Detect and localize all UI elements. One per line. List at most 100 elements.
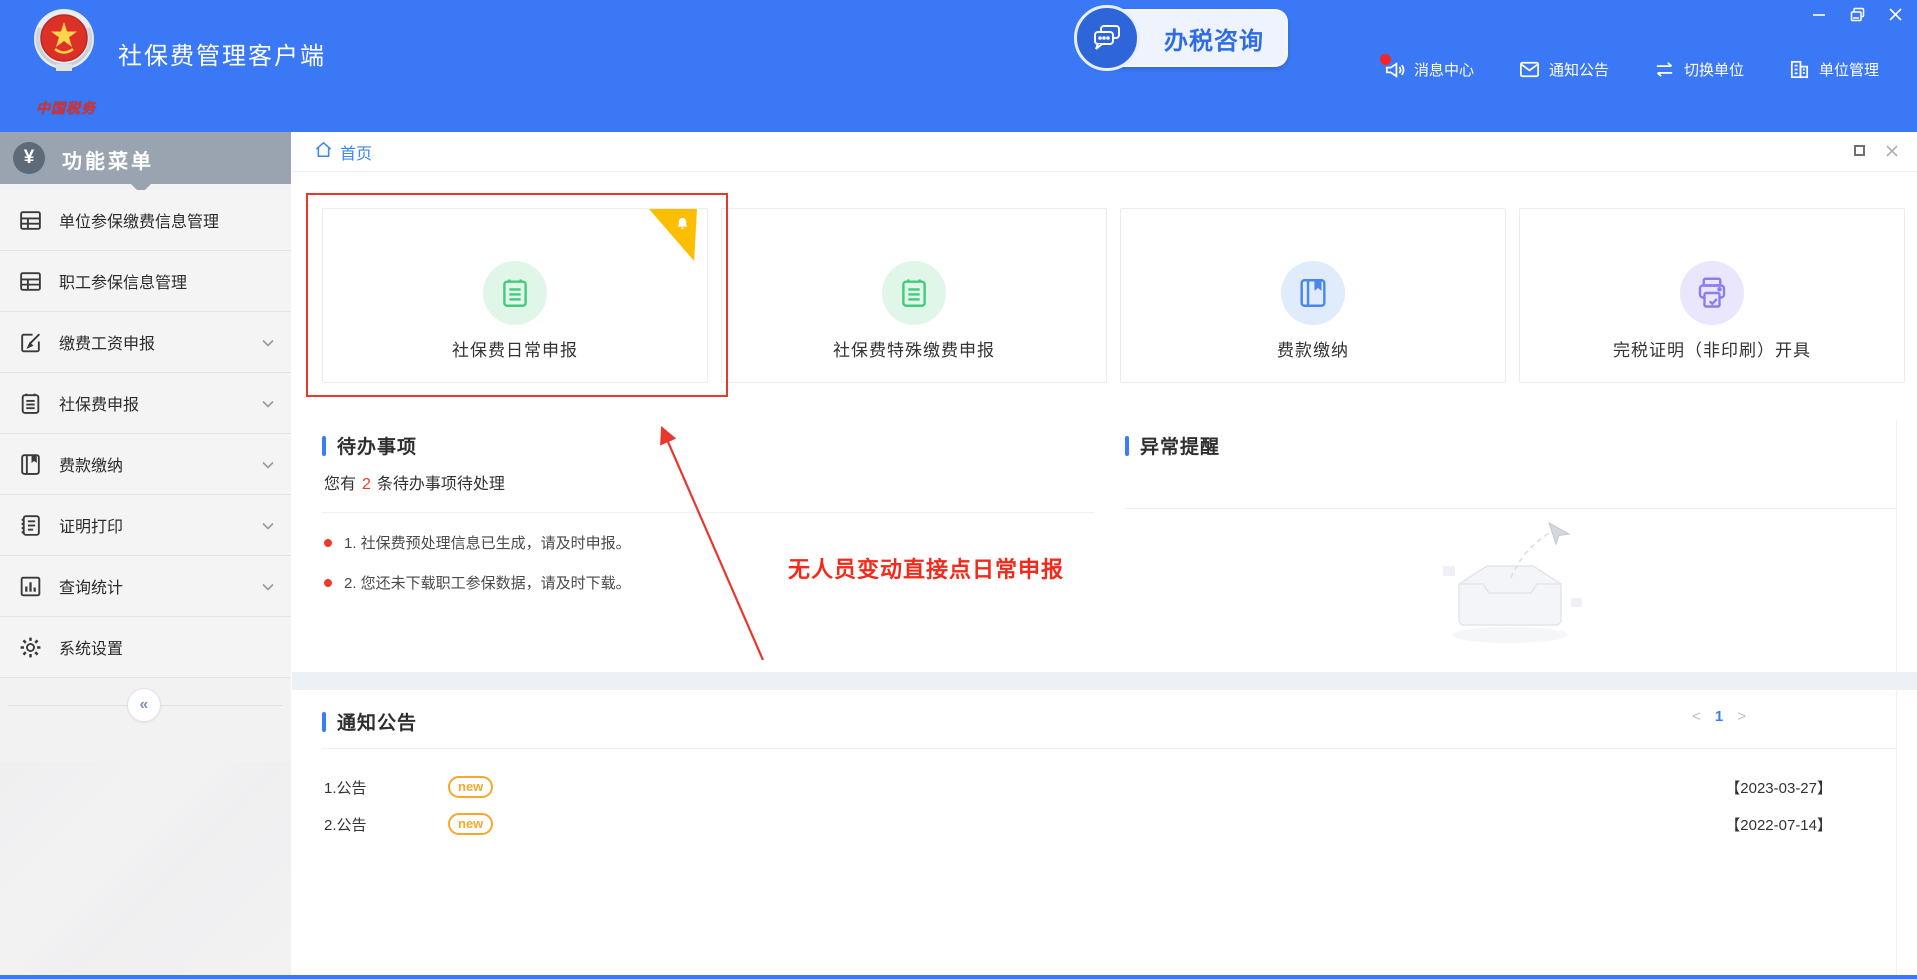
header-nav: 消息中心 通知公告 切换单位 (1383, 58, 1879, 81)
todo-item-text: 1. 社保费预处理信息已生成，请及时申报。 (344, 532, 631, 553)
notice-date: 【2023-03-27】 (1725, 777, 1832, 798)
sidebar-menu: 单位参保缴费信息管理 职工参保信息管理 缴费工资申报 (0, 190, 291, 678)
speaker-icon (1383, 58, 1406, 81)
nav-notice-announcement[interactable]: 通知公告 (1518, 58, 1609, 81)
tax-emblem-logo (32, 8, 96, 72)
sidebar-item-label: 单位参保缴费信息管理 (59, 208, 219, 232)
sidebar-item-label: 缴费工资申报 (59, 330, 155, 354)
divider (322, 512, 1094, 513)
chevron-down-icon (261, 336, 275, 350)
minimize-button[interactable] (1811, 6, 1827, 22)
todo-summary: 您有2条待办事项待处理 (324, 470, 505, 494)
tab-home[interactable]: 首页 (314, 140, 372, 164)
next-page-button[interactable]: > (1737, 708, 1746, 725)
todo-item: 1. 社保费预处理信息已生成，请及时申报。 (324, 532, 631, 553)
nav-message-center[interactable]: 消息中心 (1383, 58, 1474, 81)
edit-icon (18, 330, 43, 355)
function-menu-title: 功能菜单 (62, 145, 154, 174)
close-button[interactable] (1887, 6, 1903, 22)
bell-corner-badge (649, 209, 697, 261)
section-accent-bar (322, 436, 326, 456)
section-accent-bar (1125, 436, 1129, 456)
notice-row: 2.公告 new 【2022-07-14】 (324, 811, 1864, 837)
divider (1125, 508, 1897, 509)
printer-icon (1680, 261, 1744, 325)
close-tab-icon[interactable] (1884, 143, 1899, 158)
panel-gap (292, 672, 1917, 690)
notices-panel: 通知公告 < 1 > 1.公告 new 【2023-03-27】 2.公告 ne… (322, 690, 1896, 975)
nav-label: 通知公告 (1549, 59, 1609, 80)
sidebar-watermark (0, 762, 291, 972)
sidebar-item-employee-insurance-info[interactable]: 职工参保信息管理 (0, 251, 291, 312)
sidebar-item-wage-declaration[interactable]: 缴费工资申报 (0, 312, 291, 373)
prev-page-button[interactable]: < (1692, 708, 1701, 725)
sidebar-item-fee-payment[interactable]: 费款缴纳 (0, 434, 291, 495)
sidebar-item-unit-insurance-info[interactable]: 单位参保缴费信息管理 (0, 190, 291, 251)
clipboard-icon (882, 261, 946, 325)
notice-row: 1.公告 new 【2023-03-27】 (324, 774, 1864, 800)
card-label: 费款缴纳 (1277, 336, 1349, 361)
sidebar-item-query-statistics[interactable]: 查询统计 (0, 556, 291, 617)
tax-consult-label: 办税咨询 (1164, 21, 1264, 56)
divider (322, 748, 1896, 749)
sidebar-item-system-settings[interactable]: 系统设置 (0, 617, 291, 678)
new-badge: new (448, 776, 493, 798)
tab-panel-controls (1852, 143, 1899, 158)
sidebar-item-label: 系统设置 (59, 635, 123, 659)
main-content: 首页 社保费日常申报 (292, 132, 1917, 975)
sidebar-item-social-fee-declaration[interactable]: 社保费申报 (0, 373, 291, 434)
function-menu-header: ¥ 功能菜单 (0, 132, 291, 184)
todo-count: 2 (362, 476, 371, 493)
sidebar-item-label: 社保费申报 (59, 391, 139, 415)
table-icon (18, 269, 43, 294)
todo-item-text: 2. 您还未下载职工参保数据，请及时下载。 (344, 572, 631, 593)
home-icon (314, 140, 333, 164)
sidebar-item-certificate-print[interactable]: 证明打印 (0, 495, 291, 556)
content-right-divider (1896, 420, 1897, 979)
alerts-title: 异常提醒 (1140, 432, 1220, 459)
bottom-accent-strip (0, 975, 1917, 979)
alerts-panel: 异常提醒 (1125, 420, 1897, 672)
red-dot-icon (324, 579, 332, 587)
card-daily-declaration[interactable]: 社保费日常申报 (322, 208, 708, 383)
notice-link[interactable]: 1.公告 (324, 777, 448, 798)
notice-date: 【2022-07-14】 (1725, 814, 1832, 835)
clipboard-icon (483, 261, 547, 325)
sidebar-item-label: 证明打印 (59, 513, 123, 537)
restore-button[interactable] (1849, 6, 1865, 22)
app-window: 中国税务 社保费管理客户端 办税咨询 消息 (0, 0, 1917, 979)
switch-arrows-icon (1653, 58, 1676, 81)
notice-link[interactable]: 2.公告 (324, 814, 448, 835)
card-tax-certificate[interactable]: 完税证明（非印刷）开具 (1519, 208, 1905, 383)
chat-bubble-icon[interactable] (1074, 5, 1140, 71)
tab-bar: 首页 (292, 132, 1917, 172)
sidebar-item-label: 职工参保信息管理 (59, 269, 187, 293)
card-fee-payment[interactable]: 费款缴纳 (1120, 208, 1506, 383)
sidebar-item-label: 查询统计 (59, 574, 123, 598)
app-title: 社保费管理客户端 (118, 36, 326, 71)
nav-switch-unit[interactable]: 切换单位 (1653, 58, 1744, 81)
section-accent-bar (322, 712, 326, 732)
gear-icon (18, 635, 43, 660)
tab-home-label: 首页 (340, 140, 372, 164)
unread-badge (1380, 54, 1391, 65)
card-label: 完税证明（非印刷）开具 (1613, 336, 1811, 361)
notices-title: 通知公告 (337, 708, 417, 735)
sidebar-item-label: 费款缴纳 (59, 452, 123, 476)
maximize-tab-icon[interactable] (1852, 143, 1867, 158)
certificate-icon (18, 513, 43, 538)
red-dot-icon (324, 539, 332, 547)
todo-panel: 待办事项 您有2条待办事项待处理 1. 社保费预处理信息已生成，请及时申报。 2… (322, 420, 1094, 672)
nav-unit-management[interactable]: 单位管理 (1788, 58, 1879, 81)
page-number[interactable]: 1 (1715, 708, 1723, 725)
sidebar-collapse-button[interactable]: « (127, 688, 161, 722)
building-icon (1788, 58, 1811, 81)
chevron-down-icon (261, 519, 275, 533)
nav-label: 切换单位 (1684, 59, 1744, 80)
todo-title: 待办事项 (337, 432, 417, 459)
card-label: 社保费日常申报 (452, 336, 578, 361)
chevron-down-icon (261, 397, 275, 411)
todo-item: 2. 您还未下载职工参保数据，请及时下载。 (324, 572, 631, 593)
table-icon (18, 208, 43, 233)
card-special-declaration[interactable]: 社保费特殊缴费申报 (721, 208, 1107, 383)
